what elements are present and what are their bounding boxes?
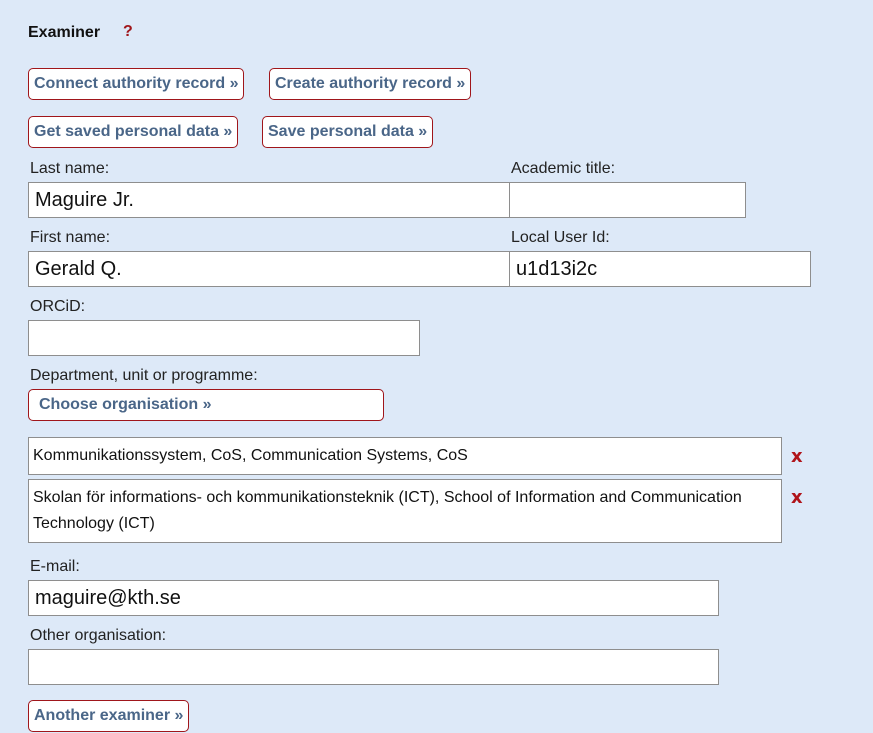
local-user-id-label: Local User Id:: [511, 229, 610, 246]
orcid-input[interactable]: [28, 320, 420, 356]
other-organisation-label: Other organisation:: [30, 627, 167, 644]
organisation-entry: Skolan för informations- och kommunikati…: [28, 479, 782, 543]
section-heading: Examiner: [28, 24, 101, 41]
email-input[interactable]: maguire@kth.se: [28, 580, 719, 616]
local-user-id-input[interactable]: u1d13i2c: [509, 251, 811, 287]
other-organisation-input[interactable]: [28, 649, 719, 685]
create-authority-record-button[interactable]: Create authority record »: [269, 68, 472, 100]
first-name-input[interactable]: Gerald Q.: [28, 251, 510, 287]
organisation-entry: Kommunikationssystem, CoS, Communication…: [28, 437, 782, 475]
save-personal-data-button[interactable]: Save personal data »: [262, 116, 434, 148]
choose-organisation-button[interactable]: Choose organisation »: [28, 389, 384, 421]
x-remove-icon[interactable]: x: [791, 487, 803, 508]
x-remove-icon[interactable]: x: [791, 446, 803, 467]
orcid-label: ORCiD:: [30, 298, 86, 315]
first-name-label: First name:: [30, 229, 111, 246]
get-saved-personal-data-button[interactable]: Get saved personal data »: [28, 116, 239, 148]
academic-title-input[interactable]: [509, 182, 746, 218]
last-name-input[interactable]: Maguire Jr.: [28, 182, 510, 218]
academic-title-label: Academic title:: [511, 160, 616, 177]
department-label: Department, unit or programme:: [30, 367, 258, 384]
another-examiner-button[interactable]: Another examiner »: [28, 700, 190, 732]
help-icon[interactable]: ?: [123, 23, 133, 41]
last-name-label: Last name:: [30, 160, 110, 177]
email-label: E-mail:: [30, 558, 80, 575]
connect-authority-record-button[interactable]: Connect authority record »: [28, 68, 245, 100]
